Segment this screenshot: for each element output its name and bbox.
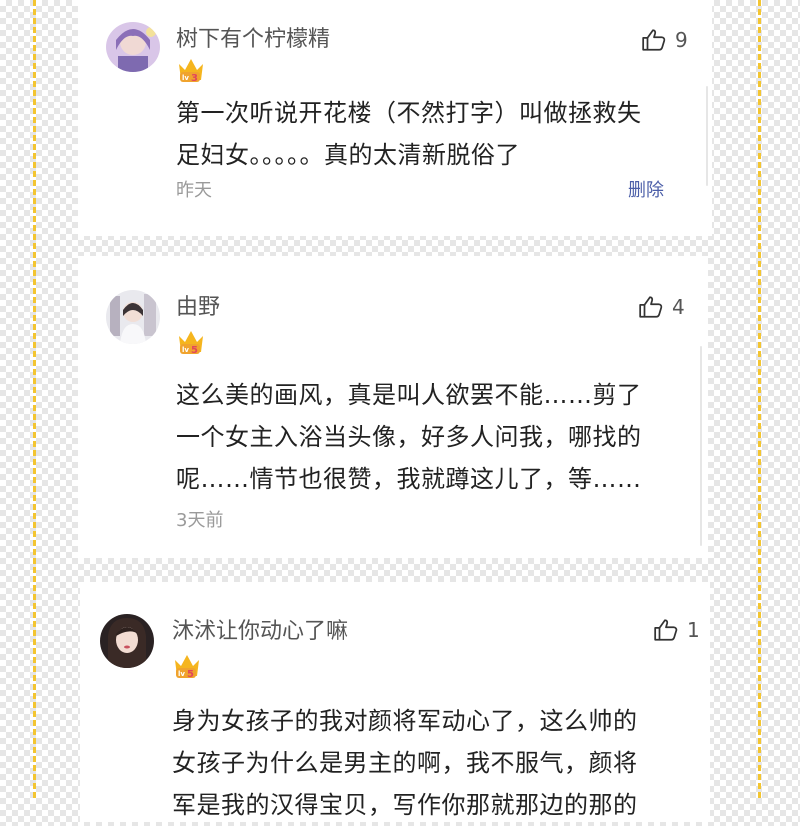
svg-text:5: 5 (187, 669, 194, 680)
comment-line: 第一次听说开花楼（不然打字）叫做拯救失 (176, 99, 642, 127)
comment-line: 一个女主入浴当头像，好多人问我，哪找的 (176, 423, 642, 451)
comment-text: 第一次听说开花楼（不然打字）叫做拯救失 足妇女。。。。。真的太清新脱俗了 (176, 92, 642, 176)
comment-card: 沐沭让你动心了嘛 lv 5 1 身为女孩子的我对颜将军动心了，这么帅的 女孩子为… (80, 582, 710, 822)
avatar[interactable] (106, 290, 160, 344)
comment-text: 这么美的画风，真是叫人欲罢不能……剪了 一个女主入浴当头像，好多人问我，哪找的 … (176, 374, 642, 500)
delete-link[interactable]: 删除 (628, 176, 664, 202)
username[interactable]: 树下有个柠檬精 (176, 21, 330, 53)
like-button[interactable]: 1 (653, 617, 700, 643)
comment-card: 树下有个柠檬精 lv 3 9 第一次听说开花楼（不然打字）叫做拯救失 足妇女。。… (78, 0, 712, 236)
svg-text:5: 5 (191, 345, 198, 356)
left-dashed-border (33, 0, 36, 798)
scroll-edge (706, 86, 708, 186)
comment-line: 女孩子为什么是男主的啊，我不服气，颜将 (172, 749, 638, 777)
thumbs-up-icon (641, 27, 667, 53)
svg-text:lv: lv (182, 346, 189, 354)
comment-line: 军是我的汉得宝贝，写作你那就那边的那的 (172, 791, 638, 819)
comment-time: 3天前 (176, 510, 224, 531)
like-count: 9 (675, 28, 688, 52)
like-button[interactable]: 9 (641, 27, 688, 53)
comment-time: 昨天 (176, 180, 212, 201)
thumbs-up-icon (638, 294, 664, 320)
like-count: 4 (672, 295, 685, 319)
thumbs-up-icon (653, 617, 679, 643)
svg-text:3: 3 (191, 73, 198, 84)
scroll-edge (700, 346, 702, 546)
right-dashed-border (758, 0, 761, 798)
comment-card: 由野 lv 5 4 这么美的画风，真是叫人欲罢不能……剪了 一个女主入浴当头像，… (78, 256, 708, 558)
avatar[interactable] (100, 614, 154, 668)
svg-text:lv: lv (178, 670, 185, 678)
like-button[interactable]: 4 (638, 294, 685, 320)
comment-text: 身为女孩子的我对颜将军动心了，这么帅的 女孩子为什么是男主的啊，我不服气，颜将 … (172, 700, 638, 826)
comment-line: 足妇女。。。。。真的太清新脱俗了 (176, 141, 520, 169)
comment-line: 身为女孩子的我对颜将军动心了，这么帅的 (172, 707, 638, 735)
avatar[interactable] (106, 22, 160, 72)
like-count: 1 (687, 618, 700, 642)
level-badge-icon: lv 5 (172, 650, 202, 680)
username[interactable]: 沐沭让你动心了嘛 (172, 613, 348, 645)
comment-line: 呢……情节也很赞，我就蹲这儿了，等…… (176, 465, 642, 493)
level-badge-icon: lv 5 (176, 326, 206, 356)
svg-text:lv: lv (182, 74, 189, 82)
comment-line: 这么美的画风，真是叫人欲罢不能……剪了 (176, 381, 642, 409)
level-badge-icon: lv 3 (176, 54, 206, 84)
username[interactable]: 由野 (176, 289, 220, 321)
